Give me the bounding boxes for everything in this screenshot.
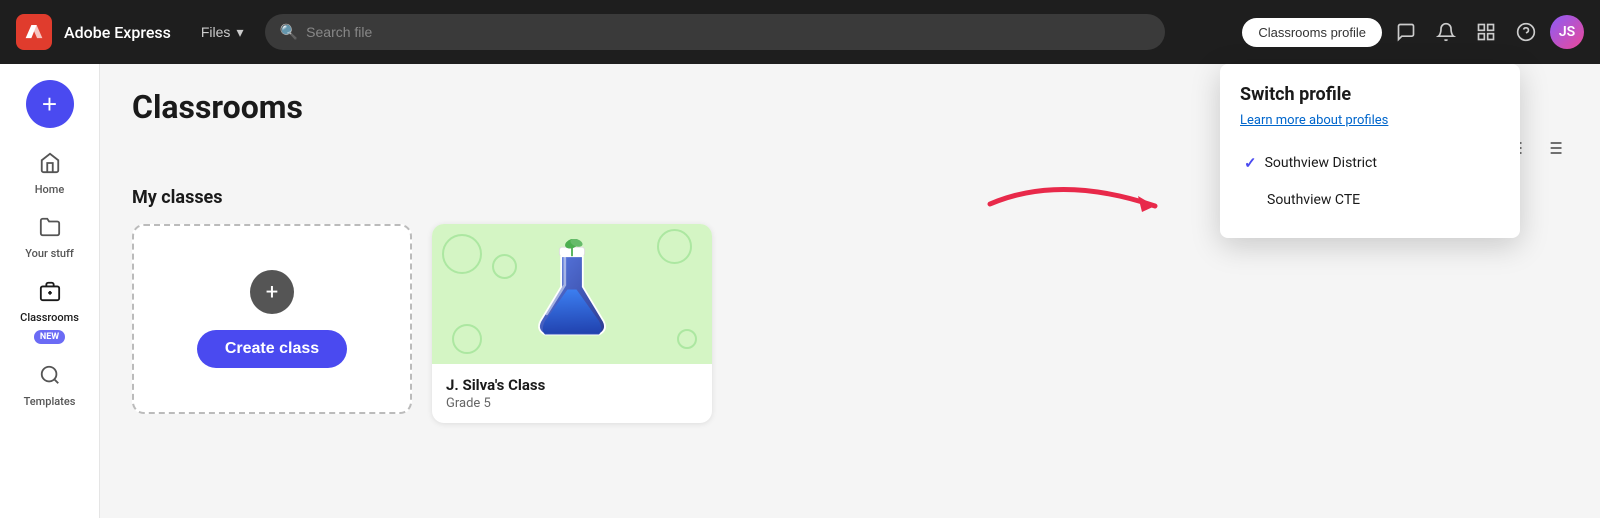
- home-icon: [39, 152, 61, 179]
- app-name: Adobe Express: [64, 23, 171, 42]
- sidebar-item-your-stuff-label: Your stuff: [25, 247, 74, 260]
- new-badge: NEW: [34, 330, 65, 344]
- sidebar: + Home Your stuff: [0, 64, 100, 518]
- search-bar: 🔍: [265, 14, 1165, 50]
- class-card-info: J. Silva's Class Grade 5: [432, 364, 712, 423]
- class-card-0[interactable]: J. Silva's Class Grade 5: [432, 224, 712, 423]
- checkmark-icon: ✓: [1244, 154, 1257, 172]
- class-card-image: [432, 224, 712, 364]
- learn-more-link[interactable]: Learn more about profiles: [1240, 113, 1500, 128]
- search-input[interactable]: [306, 24, 1151, 40]
- templates-icon: [39, 364, 61, 391]
- create-class-card[interactable]: + Create class: [132, 224, 412, 414]
- chat-icon-button[interactable]: [1390, 16, 1422, 48]
- adobe-logo[interactable]: [16, 14, 52, 50]
- your-stuff-icon: [39, 216, 61, 243]
- classes-grid: + Create class: [132, 224, 1568, 423]
- flask-icon: [527, 239, 617, 349]
- sidebar-item-templates-label: Templates: [24, 395, 76, 408]
- search-icon: 🔍: [279, 23, 298, 41]
- sidebar-add-button[interactable]: +: [26, 80, 74, 128]
- class-grade: Grade 5: [446, 396, 698, 411]
- classrooms-profile-button[interactable]: Classrooms profile: [1242, 18, 1382, 47]
- sidebar-item-your-stuff[interactable]: Your stuff: [10, 208, 90, 268]
- files-dropdown[interactable]: Files ▾: [191, 18, 254, 47]
- classrooms-icon: [39, 280, 61, 307]
- top-navigation: Adobe Express Files ▾ 🔍 Classrooms profi…: [0, 0, 1600, 64]
- nav-actions: Classrooms profile JS: [1242, 15, 1584, 49]
- switch-profile-dropdown: Switch profile Learn more about profiles…: [1220, 64, 1520, 238]
- chevron-down-icon: ▾: [236, 24, 243, 41]
- sidebar-item-home-label: Home: [35, 183, 65, 196]
- avatar[interactable]: JS: [1550, 15, 1584, 49]
- profile-item-southview-cte[interactable]: Southview CTE: [1240, 182, 1500, 218]
- list-view-icon-button[interactable]: [1540, 134, 1568, 167]
- sidebar-item-home[interactable]: Home: [10, 144, 90, 204]
- dropdown-title: Switch profile: [1240, 84, 1500, 105]
- sidebar-item-classrooms-label: Classrooms: [20, 311, 79, 324]
- notifications-icon-button[interactable]: [1430, 16, 1462, 48]
- apps-icon-button[interactable]: [1470, 16, 1502, 48]
- help-icon-button[interactable]: [1510, 16, 1542, 48]
- profile-item-southview-district[interactable]: ✓ Southview District: [1240, 144, 1500, 182]
- create-class-button[interactable]: Create class: [197, 330, 347, 368]
- sidebar-item-templates[interactable]: Templates: [10, 356, 90, 416]
- class-name: J. Silva's Class: [446, 376, 698, 394]
- create-class-plus-icon: +: [250, 270, 294, 314]
- sidebar-item-classrooms[interactable]: Classrooms NEW: [10, 272, 90, 352]
